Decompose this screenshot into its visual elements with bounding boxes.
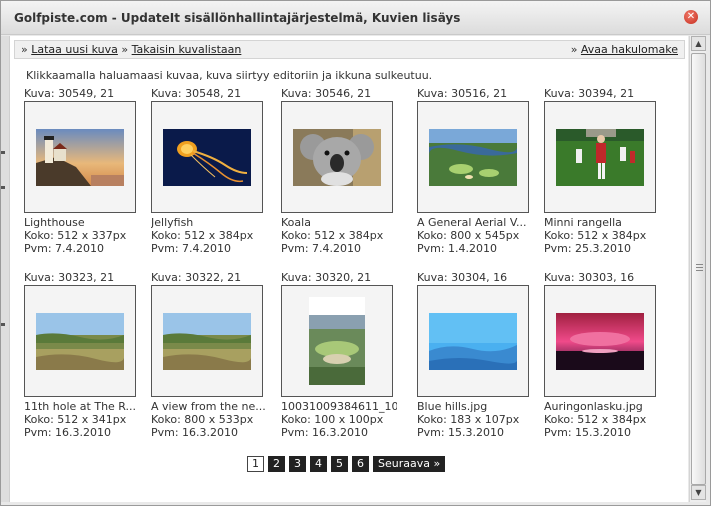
image-date: Pvm: 25.3.2010 — [544, 242, 632, 255]
image-name: A General Aerial V... — [417, 216, 527, 229]
image-thumbnail[interactable] — [429, 313, 518, 373]
image-date: Pvm: 7.4.2010 — [24, 242, 105, 255]
image-size: Koko: 800 x 533px — [151, 413, 254, 426]
image-id-label: Kuva: 30320, 21 — [281, 271, 372, 284]
image-card[interactable]: Kuva: 30516, 21 A General Aerial V... Koko… — [417, 87, 533, 255]
image-size: Koko: 512 x 341px — [24, 413, 127, 426]
image-thumbnail[interactable] — [293, 129, 381, 189]
image-info: Jellyfish Koko: 512 x 384px Pvm: 7.4.2010 — [151, 216, 267, 255]
image-name: Auringonlasku.jpg — [544, 400, 643, 413]
image-id-label: Kuva: 30322, 21 — [151, 271, 242, 284]
image-info: Lighthouse Koko: 512 x 337px Pvm: 7.4.2010 — [24, 216, 140, 255]
image-thumbnail[interactable] — [556, 313, 644, 373]
page-button[interactable]: 6 — [352, 456, 369, 472]
image-id-label: Kuva: 30323, 21 — [24, 271, 115, 284]
close-icon[interactable]: ✕ — [684, 10, 698, 24]
image-thumbnail-frame[interactable] — [544, 285, 656, 397]
image-info: Blue hills.jpg Koko: 183 x 107px Pvm: 15.3… — [417, 400, 533, 439]
image-size: Koko: 100 x 100px — [281, 413, 384, 426]
image-name: Lighthouse — [24, 216, 85, 229]
image-thumbnail-frame[interactable] — [544, 101, 656, 213]
image-info: Minni rangella Koko: 512 x 384px Pvm: 25.3… — [544, 216, 660, 255]
image-info: 10031009384611_100...Koko: 100 x 100pxPv… — [281, 400, 397, 439]
image-name: 10031009384611_100... — [281, 400, 397, 413]
pagination: 1 2 3 4 5 6 Seuraava » — [247, 456, 446, 472]
scroll-up-icon[interactable]: ▲ — [691, 36, 706, 51]
image-thumbnail-frame[interactable] — [417, 101, 529, 213]
image-thumbnail-frame[interactable] — [281, 101, 393, 213]
image-card[interactable]: Kuva: 30546, 21 Koala Koko: 512 x 384px Pvm… — [281, 87, 397, 255]
image-card[interactable]: Kuva: 30303, 16 Auringonlasku.jpg Koko: 51… — [544, 271, 660, 439]
image-card[interactable]: Kuva: 30304, 16 Blue hills.jpg Koko: 183 x… — [417, 271, 533, 439]
image-date: Pvm: 15.3.2010 — [417, 426, 505, 439]
scroll-down-icon[interactable]: ▼ — [691, 485, 706, 500]
image-date: Pvm: 15.3.2010 — [544, 426, 632, 439]
image-info: A view from the ne... Koko: 800 x 533px Pv… — [151, 400, 267, 439]
image-id-label: Kuva: 30548, 21 — [151, 87, 242, 100]
image-thumbnail-frame[interactable] — [24, 101, 136, 213]
image-thumbnail[interactable] — [36, 129, 124, 189]
image-size: Koko: 800 x 545px — [417, 229, 520, 242]
image-thumbnail-frame[interactable] — [24, 285, 136, 397]
image-name: Jellyfish — [151, 216, 194, 229]
image-picker-dialog: Golfpiste.com - UpdateIt sisällönhallint… — [0, 0, 711, 506]
image-info: Auringonlasku.jpg Koko: 512 x 384px Pvm: 1… — [544, 400, 660, 439]
image-thumbnail[interactable] — [429, 129, 518, 189]
image-size: Koko: 512 x 384px — [281, 229, 384, 242]
image-info: A General Aerial V... Koko: 800 x 545px Pv… — [417, 216, 533, 255]
image-id-label: Kuva: 30549, 21 — [24, 87, 115, 100]
image-size: Koko: 512 x 384px — [544, 229, 647, 242]
image-thumbnail[interactable] — [309, 297, 365, 388]
image-name: A view from the ne... — [151, 400, 266, 413]
image-card[interactable]: Kuva: 30320, 21 10031009384611_100...Koko… — [281, 271, 397, 439]
image-size: Koko: 183 x 107px — [417, 413, 520, 426]
image-size: Koko: 512 x 337px — [24, 229, 127, 242]
image-card[interactable]: Kuva: 30323, 21 11th hole at The R... Koko… — [24, 271, 140, 439]
image-id-label: Kuva: 30304, 16 — [417, 271, 508, 284]
image-date: Pvm: 7.4.2010 — [151, 242, 232, 255]
image-thumbnail[interactable] — [163, 129, 251, 189]
image-date: Pvm: 1.4.2010 — [417, 242, 498, 255]
image-thumbnail[interactable] — [163, 313, 252, 373]
image-date: Pvm: 7.4.2010 — [281, 242, 362, 255]
page-button[interactable]: 4 — [310, 456, 327, 472]
image-thumbnail-frame[interactable] — [151, 101, 263, 213]
image-id-label: Kuva: 30394, 21 — [544, 87, 635, 100]
image-thumbnail[interactable] — [556, 129, 644, 189]
image-name: Blue hills.jpg — [417, 400, 488, 413]
image-name: Koala — [281, 216, 311, 229]
image-thumbnail[interactable] — [36, 313, 125, 373]
image-card[interactable]: Kuva: 30322, 21 A view from the ne... Koko… — [151, 271, 267, 439]
image-size: Koko: 512 x 384px — [151, 229, 254, 242]
window-title: Golfpiste.com - UpdateIt sisällönhallint… — [14, 11, 461, 25]
image-id-label: Kuva: 30516, 21 — [417, 87, 508, 100]
page-button[interactable]: 2 — [268, 456, 285, 472]
image-name: 11th hole at The R... — [24, 400, 137, 413]
image-thumbnail-frame[interactable] — [151, 285, 263, 397]
image-thumbnail-frame[interactable] — [281, 285, 393, 397]
background-page-edge — [1, 36, 9, 502]
image-card[interactable]: Kuva: 30394, 21 Minni rangella Koko: 512 x… — [544, 87, 660, 255]
image-info: Koala Koko: 512 x 384px Pvm: 7.4.2010 — [281, 216, 397, 255]
image-name: Minni rangella — [544, 216, 622, 229]
page-button[interactable]: 3 — [289, 456, 306, 472]
image-card[interactable]: Kuva: 30549, 21 Lighthouse Koko: 512 x 337… — [24, 87, 140, 255]
image-card[interactable]: Kuva: 30548, 21 Jellyfish Koko: 512 x 384p… — [151, 87, 267, 255]
vertical-scrollbar[interactable]: ▲ ▼ — [689, 36, 706, 502]
image-id-label: Kuva: 30303, 16 — [544, 271, 635, 284]
scrollbar-thumb[interactable] — [691, 53, 706, 485]
page-button[interactable]: 1 — [247, 456, 264, 472]
next-page-button[interactable]: Seuraava » — [373, 456, 446, 472]
image-date: Pvm: 16.3.2010 — [24, 426, 112, 439]
image-id-label: Kuva: 30546, 21 — [281, 87, 372, 100]
dialog-content: » Lataa uusi kuva » Takaisin kuvalistaan… — [9, 36, 688, 502]
image-thumbnail-frame[interactable] — [417, 285, 529, 397]
image-info: 11th hole at The R... Koko: 512 x 341px Pv… — [24, 400, 140, 439]
page-button[interactable]: 5 — [331, 456, 348, 472]
image-grid: Kuva: 30549, 21 Lighthouse Koko: 512 x 337… — [10, 36, 689, 439]
image-date: Pvm: 16.3.2010 — [281, 426, 369, 439]
titlebar: Golfpiste.com - UpdateIt sisällönhallint… — [1, 1, 710, 35]
image-size: Koko: 512 x 384px — [544, 413, 647, 426]
image-date: Pvm: 16.3.2010 — [151, 426, 239, 439]
